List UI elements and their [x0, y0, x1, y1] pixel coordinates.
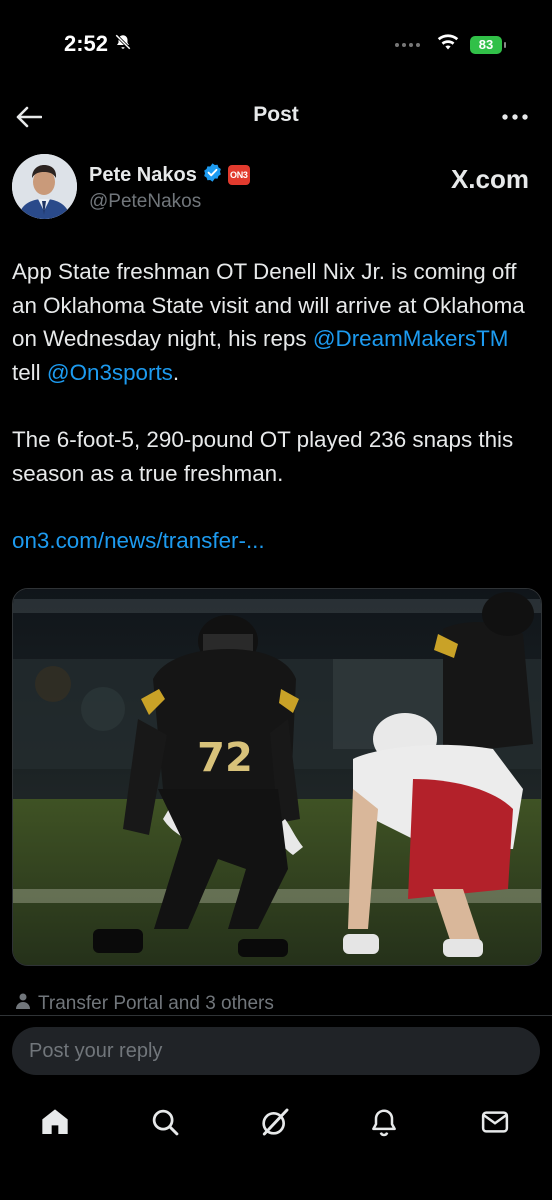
author-name-row: Pete Nakos ON3	[89, 162, 250, 188]
tagged-people-label: Transfer Portal and 3 others	[38, 993, 274, 1014]
person-icon	[16, 993, 30, 1015]
status-time: 2:52	[64, 31, 109, 56]
affiliation-badge: ON3	[227, 165, 250, 185]
avatar[interactable]	[12, 154, 77, 219]
mention-link[interactable]: @DreamMakersTM	[313, 326, 509, 351]
bottom-tab-bar	[0, 1086, 552, 1200]
status-time-group: 2:52	[64, 31, 132, 57]
author-handle[interactable]: @PeteNakos	[89, 191, 201, 213]
tab-notifications[interactable]	[364, 1102, 404, 1142]
status-bar: 2:52 83	[0, 0, 552, 90]
post-link-paragraph: on3.com/news/transfer-...	[12, 524, 542, 558]
jersey-number: 72	[197, 735, 253, 781]
search-icon	[152, 1109, 179, 1136]
post-paragraph-2: The 6-foot-5, 290-pound OT played 236 sn…	[12, 426, 514, 486]
status-indicators: 83	[395, 33, 506, 56]
tab-grok[interactable]	[255, 1102, 295, 1142]
post-text-part: .	[172, 359, 180, 385]
tagged-people-row[interactable]: Transfer Portal and 3 others	[16, 993, 274, 1015]
post-image[interactable]: 72	[12, 588, 542, 966]
grok-icon	[262, 1108, 289, 1136]
notifications-icon	[372, 1109, 396, 1137]
battery-level: 83	[478, 37, 494, 52]
author-name[interactable]: Pete Nakos	[89, 164, 197, 187]
tab-search[interactable]	[145, 1102, 185, 1142]
reply-placeholder: Post your reply	[29, 1039, 163, 1062]
tab-home[interactable]	[35, 1102, 75, 1142]
article-link[interactable]: on3.com/news/transfer-...	[12, 528, 265, 553]
post-text: App State freshman OT Denell Nix Jr. is …	[12, 255, 542, 591]
bell-slash-icon	[114, 31, 132, 57]
post-text-part: tell	[12, 359, 47, 385]
battery-icon: 83	[470, 35, 506, 54]
top-bar: Post	[0, 90, 552, 144]
more-horizontal-icon	[502, 114, 528, 120]
mention-link[interactable]: @On3sports	[47, 360, 173, 385]
cellular-signal-icon	[395, 42, 420, 47]
page-title: Post	[253, 103, 299, 126]
reply-bar: Post your reply	[0, 1015, 552, 1086]
author-row: Pete Nakos ON3 @PeteNakos X.com	[12, 154, 540, 220]
tab-messages[interactable]	[475, 1102, 515, 1142]
more-options-button[interactable]	[500, 102, 530, 132]
wifi-icon	[436, 33, 460, 56]
reply-input[interactable]: Post your reply	[12, 1027, 540, 1075]
source-label: X.com	[450, 164, 529, 194]
post-paragraph-1: App State freshman OT Denell Nix Jr. is …	[12, 255, 542, 389]
home-icon	[42, 1109, 68, 1134]
verified-badge-icon	[202, 162, 223, 188]
messages-icon	[481, 1111, 509, 1133]
